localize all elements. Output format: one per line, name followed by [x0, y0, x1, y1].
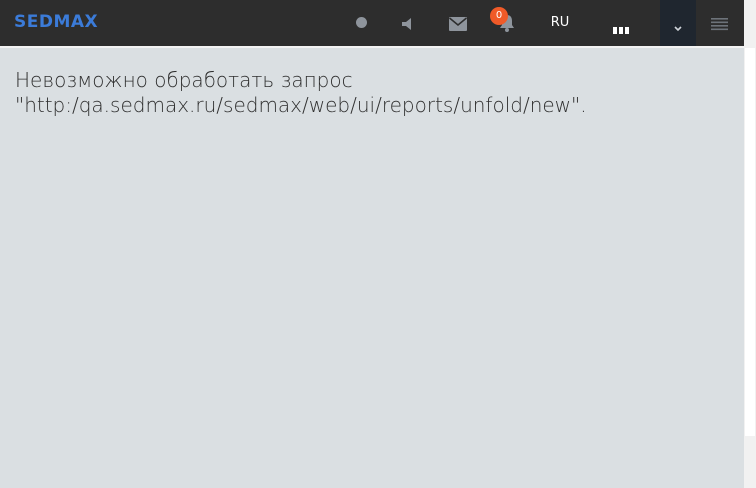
notification-count-badge[interactable]: 0 — [490, 7, 508, 25]
error-message: Невозможно обработать запрос "http:/qa.s… — [15, 68, 735, 118]
hamburger-menu-icon[interactable] — [711, 16, 728, 31]
top-navbar — [0, 0, 744, 46]
more-dots-icon[interactable] — [612, 19, 630, 34]
sedmax-logo[interactable]: SEDMAX — [14, 12, 98, 32]
sound-icon[interactable] — [402, 16, 414, 30]
status-dot-icon[interactable] — [356, 17, 367, 28]
vertical-scrollbar-thumb[interactable] — [745, 48, 755, 436]
error-text-line-1: Невозможно обработать запрос — [15, 68, 353, 92]
error-text-url: "http:/qa.sedmax.ru/sedmax/web/ui/report… — [15, 93, 587, 117]
chevron-down-icon[interactable] — [673, 18, 683, 32]
language-selector[interactable]: RU — [546, 15, 574, 30]
mail-icon[interactable] — [448, 16, 468, 31]
navbar-divider — [0, 46, 744, 48]
